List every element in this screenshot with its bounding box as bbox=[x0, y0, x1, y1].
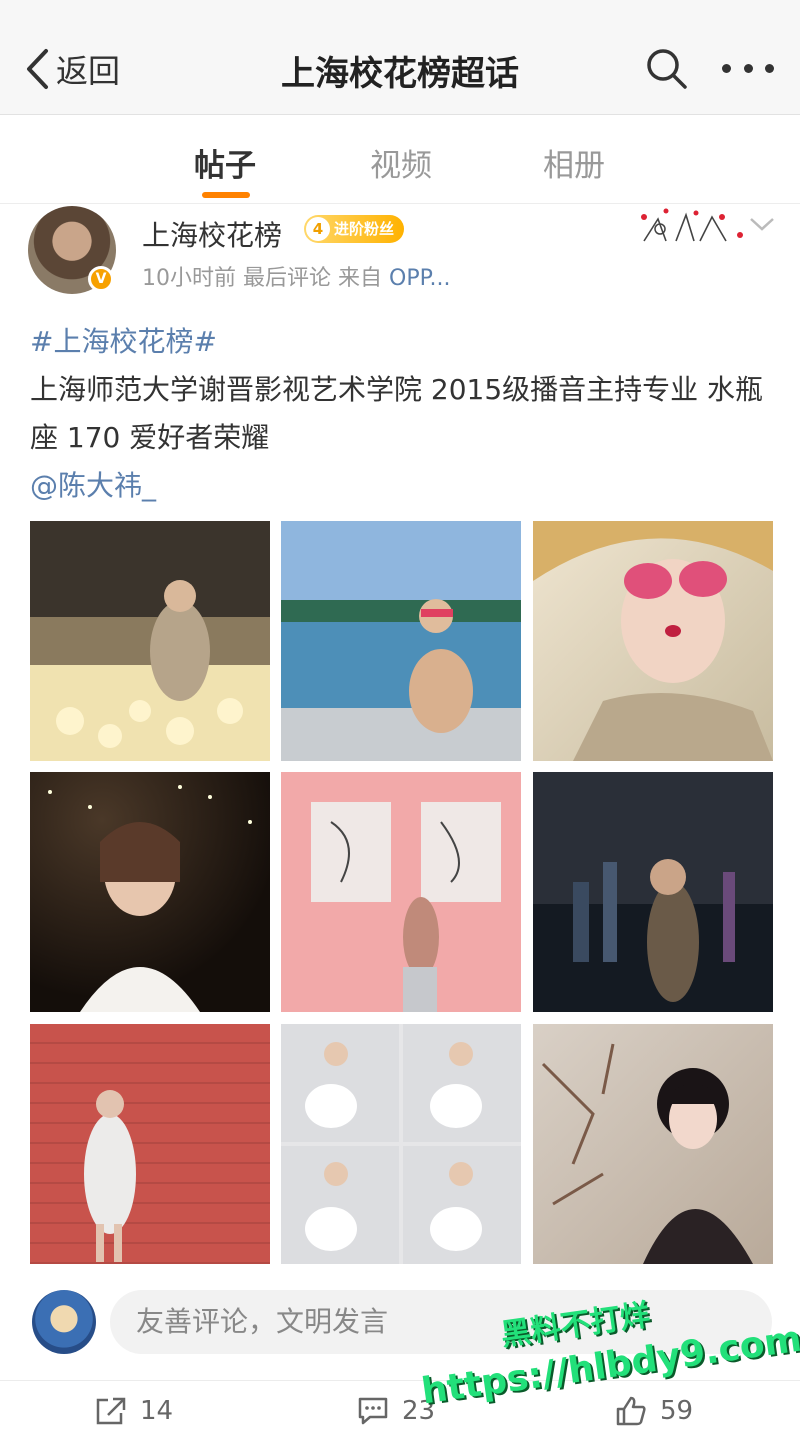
photo-7[interactable] bbox=[30, 1024, 270, 1264]
image-grid bbox=[30, 521, 773, 1264]
like-count: 59 bbox=[660, 1396, 694, 1426]
tab-album[interactable]: 相册 bbox=[543, 140, 605, 185]
share-count: 14 bbox=[140, 1396, 174, 1426]
active-tab-indicator bbox=[202, 192, 250, 198]
photo-6[interactable] bbox=[533, 772, 773, 1012]
thumbs-up-icon bbox=[616, 1396, 646, 1426]
photo-2-art bbox=[409, 599, 473, 733]
photo-1[interactable] bbox=[30, 521, 270, 761]
more-icon[interactable] bbox=[722, 60, 774, 76]
photo-7-art bbox=[84, 1090, 136, 1262]
search-icon[interactable] bbox=[644, 46, 688, 90]
tab-posts[interactable]: 帖子 bbox=[194, 140, 256, 185]
post-text: 上海师范大学谢晋影视艺术学院 2015级播音主持专业 水瓶座 170 爱好者荣耀 bbox=[30, 373, 764, 454]
fan-level-label: 进阶粉丝 bbox=[334, 220, 395, 238]
fan-level-badge: 4 进阶粉丝 bbox=[304, 215, 405, 243]
comment-icon bbox=[358, 1397, 388, 1425]
post-body: #上海校花榜# 上海师范大学谢晋影视艺术学院 2015级播音主持专业 水瓶座 1… bbox=[30, 318, 775, 510]
source-prefix: 来自 bbox=[338, 266, 383, 291]
photo-1-art bbox=[56, 580, 243, 748]
photo-5[interactable] bbox=[281, 772, 521, 1012]
photo-3[interactable] bbox=[533, 521, 773, 761]
card-decoration-icon bbox=[641, 208, 743, 242]
photo-5-art bbox=[311, 802, 501, 1012]
photo-8-art bbox=[281, 1024, 521, 1264]
share-icon bbox=[96, 1397, 126, 1425]
post-source[interactable]: OPP... bbox=[389, 266, 450, 291]
share-button[interactable]: 14 bbox=[94, 1395, 173, 1427]
photo-9[interactable] bbox=[533, 1024, 773, 1264]
tab-bar: 帖子 视频 相册 bbox=[0, 116, 800, 204]
photo-9-art bbox=[541, 1043, 753, 1264]
author-name[interactable]: 上海校花榜 bbox=[142, 214, 282, 254]
photo-4-art bbox=[48, 785, 252, 1012]
chevron-down-icon[interactable] bbox=[748, 214, 776, 234]
verified-badge-icon: V bbox=[88, 266, 114, 292]
top-nav-bar: 返回 上海校花榜超话 bbox=[0, 0, 800, 115]
mention-link[interactable]: @陈大祎_ bbox=[30, 462, 775, 510]
photo-3-art bbox=[533, 521, 773, 761]
photo-6-art bbox=[573, 859, 735, 1002]
like-button[interactable]: 59 bbox=[614, 1395, 693, 1427]
action-bar: 14 23 59 bbox=[0, 1380, 800, 1433]
hashtag-link[interactable]: #上海校花榜# bbox=[30, 318, 775, 366]
photo-2[interactable] bbox=[281, 521, 521, 761]
photo-8[interactable] bbox=[281, 1024, 521, 1264]
tab-videos[interactable]: 视频 bbox=[370, 140, 432, 185]
fan-level-number: 4 bbox=[306, 217, 330, 241]
post-meta: 10小时前 最后评论 来自 OPP... bbox=[142, 260, 450, 292]
post-time: 10小时前 bbox=[142, 266, 236, 291]
last-comment-label: 最后评论 bbox=[243, 266, 332, 291]
photo-4[interactable] bbox=[30, 772, 270, 1012]
current-user-avatar bbox=[32, 1290, 96, 1354]
